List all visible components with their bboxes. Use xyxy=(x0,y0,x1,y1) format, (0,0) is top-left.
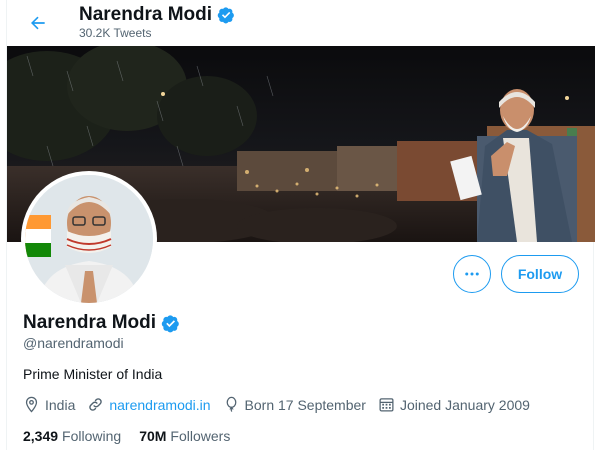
balloon-icon xyxy=(226,396,236,412)
profile-avatar[interactable] xyxy=(21,171,157,307)
follow-stats: 2,349 Following 70M Followers xyxy=(23,428,230,444)
birthday-item: Born 17 September xyxy=(223,396,366,413)
location-pin-icon xyxy=(25,396,38,413)
followers-link[interactable]: 70M Followers xyxy=(139,428,230,444)
location-text: India xyxy=(45,396,76,413)
followers-count: 70M xyxy=(139,428,167,444)
website-link[interactable]: narendramodi.in xyxy=(109,397,210,413)
avatar-image xyxy=(25,175,153,303)
arrow-left-icon xyxy=(31,16,45,30)
joined-text: Joined January 2009 xyxy=(399,396,530,413)
profile-name-row: Narendra Modi xyxy=(23,311,180,335)
more-options-button[interactable] xyxy=(453,255,491,293)
tweet-count: 30.2K Tweets xyxy=(79,26,152,40)
profile-meta: India narendramodi.in Born 17 September xyxy=(23,396,530,413)
profile-header: Narendra Modi 30.2K Tweets xyxy=(7,0,595,46)
header-title: Narendra Modi xyxy=(79,4,235,26)
more-dots-icon xyxy=(465,272,479,276)
follow-button[interactable]: Follow xyxy=(501,255,579,293)
birthday-text: Born 17 September xyxy=(244,396,366,413)
verified-badge-icon xyxy=(217,7,234,24)
calendar-icon xyxy=(379,398,394,412)
profile-bio: Prime Minister of India xyxy=(23,366,163,382)
profile-handle: @narendramodi xyxy=(23,335,124,351)
link-icon xyxy=(89,398,103,411)
following-link[interactable]: 2,349 Following xyxy=(23,428,121,444)
followers-label: Followers xyxy=(170,428,231,444)
joined-item: Joined January 2009 xyxy=(378,396,530,413)
back-button[interactable] xyxy=(23,8,53,38)
profile-name: Narendra Modi xyxy=(23,312,157,333)
profile-page: Narendra Modi 30.2K Tweets Follow Narend… xyxy=(6,0,595,450)
following-count: 2,349 xyxy=(23,428,59,444)
location-item: India xyxy=(23,396,75,413)
header-name: Narendra Modi xyxy=(79,4,213,25)
website-item[interactable]: narendramodi.in xyxy=(87,396,211,413)
following-label: Following xyxy=(62,428,122,444)
verified-badge-icon xyxy=(161,314,179,332)
